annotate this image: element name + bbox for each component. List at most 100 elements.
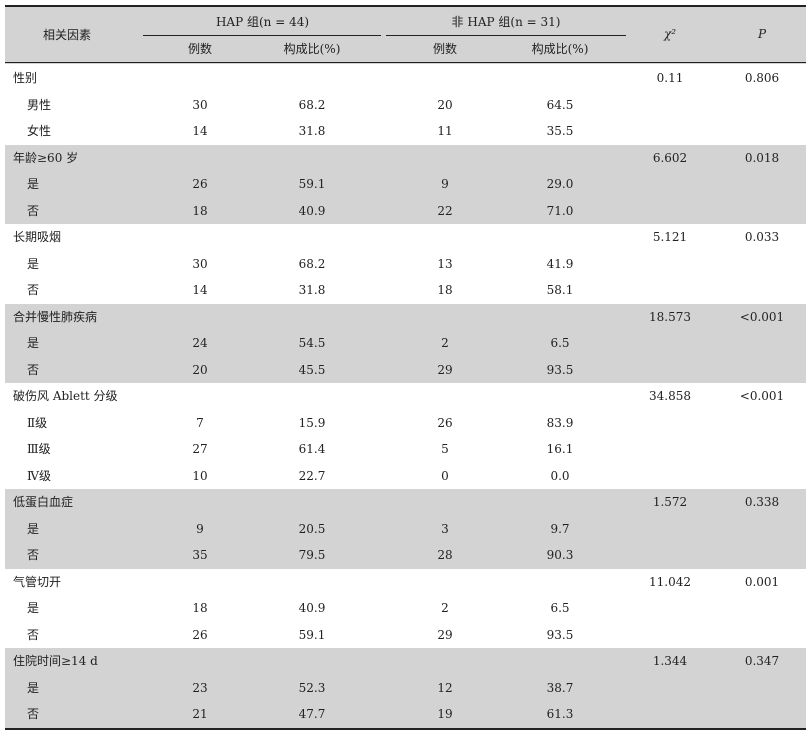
table-row: 是 26 59.1 9 29.0: [5, 171, 806, 198]
hap-ratio: 59.1: [298, 177, 326, 191]
chi-square: [625, 595, 715, 622]
nonhap-ratio: 6.5: [550, 601, 570, 615]
nonhap-ratio: [515, 648, 605, 675]
p-value: [717, 330, 807, 357]
nonhap-ratio: 16.1: [546, 442, 574, 456]
p-value: [717, 622, 807, 649]
chi-square: 0.11: [656, 71, 684, 85]
hap-count: 23: [192, 680, 208, 695]
chi-square: [625, 92, 715, 119]
nonhap-ratio: 38.7: [546, 680, 574, 695]
hap-count: [155, 145, 245, 172]
nonhap-ratio: [515, 224, 605, 251]
chi-square: [625, 463, 715, 490]
table-row: Ⅳ级 10 22.7 0 0.0: [5, 463, 806, 490]
nonhap-count: [400, 304, 490, 331]
table-row: 男性 30 68.2 20 64.5: [5, 92, 806, 119]
nonhap-ratio: [515, 383, 605, 410]
row-label: 是: [27, 680, 40, 695]
hap-count: 18: [192, 601, 208, 615]
row-label: Ⅳ级: [27, 468, 51, 483]
chi-square: [625, 330, 715, 357]
hap-ratio: 22.7: [298, 468, 326, 483]
hap-ratio: 15.9: [298, 415, 326, 430]
p-value: [717, 92, 807, 119]
chi-square: [625, 622, 715, 649]
p-value: [717, 595, 807, 622]
hap-count: [155, 224, 245, 251]
nonhap-count: 3: [441, 521, 449, 536]
p-value: [717, 251, 807, 278]
hap-count: 27: [192, 442, 208, 456]
row-label: Ⅱ级: [27, 415, 48, 430]
hap-count: 18: [192, 203, 208, 218]
chi-square: [625, 436, 715, 463]
header-factor: 相关因素: [43, 28, 92, 42]
hap-ratio: 47.7: [298, 707, 326, 721]
table-row: Ⅲ级 27 61.4 5 16.1: [5, 436, 806, 463]
table-row: 是 30 68.2 13 41.9: [5, 251, 806, 278]
hap-count: 9: [196, 521, 204, 536]
p-value: 0.001: [744, 574, 780, 589]
chi-square: [625, 118, 715, 145]
nonhap-count: 19: [437, 707, 453, 721]
p-value: [717, 171, 807, 198]
p-value: [717, 357, 807, 384]
nonhap-count: 29: [437, 627, 453, 642]
p-value: [717, 542, 807, 569]
row-label: 是: [27, 256, 40, 271]
table-row: 低蛋白血症 1.572 0.338: [5, 489, 806, 516]
row-label: 气管切开: [13, 574, 62, 589]
row-label: 否: [27, 548, 40, 562]
hap-count: 24: [192, 336, 208, 350]
hap-count: [155, 569, 245, 596]
hap-ratio: [267, 489, 357, 516]
table-row: 年龄≥60 岁 6.602 0.018: [5, 144, 806, 172]
nonhap-count: 29: [437, 362, 453, 377]
nonhap-count: [400, 569, 490, 596]
chi-square: [625, 701, 715, 728]
nonhap-ratio: [515, 489, 605, 516]
header-chi2: χ²: [663, 27, 677, 41]
table-row: 合并慢性肺疾病 18.573 <0.001: [5, 303, 806, 331]
nonhap-count: 11: [437, 124, 453, 138]
hap-ratio: 40.9: [298, 203, 326, 218]
chi-square: [625, 251, 715, 278]
chi-square: [625, 516, 715, 543]
header-nonhap-count: 例数: [432, 42, 457, 56]
row-label: 是: [27, 177, 40, 191]
nonhap-ratio: 83.9: [546, 415, 574, 430]
hap-count: [155, 383, 245, 410]
chi-square: 34.858: [649, 389, 691, 403]
nonhap-ratio: [515, 304, 605, 331]
nonhap-count: [400, 145, 490, 172]
p-value: [717, 118, 807, 145]
nonhap-count: 12: [437, 680, 453, 695]
nonhap-count: [400, 648, 490, 675]
header-p: P: [757, 27, 767, 41]
header-hap-count: 例数: [187, 42, 212, 56]
row-label: 住院时间≥14 d: [13, 654, 98, 668]
p-value: [717, 410, 807, 437]
row-label: 性别: [13, 71, 38, 85]
nonhap-ratio: 71.0: [546, 203, 574, 218]
row-label: 是: [27, 521, 40, 536]
nonhap-count: [400, 489, 490, 516]
table-row: 否 21 47.7 19 61.3: [5, 701, 806, 728]
chi-square: [625, 542, 715, 569]
table-row: 是 9 20.5 3 9.7: [5, 515, 806, 543]
table-row: 是 18 40.9 2 6.5: [5, 595, 806, 622]
hap-ratio: [267, 145, 357, 172]
hap-ratio: 45.5: [298, 362, 326, 377]
hap-ratio: 68.2: [298, 97, 326, 112]
row-label: 年龄≥60 岁: [13, 150, 79, 165]
hap-ratio: 59.1: [298, 627, 326, 642]
hap-count: 26: [192, 627, 208, 642]
header-hap-ratio: 构成比(%): [283, 42, 341, 56]
row-label: 是: [27, 601, 40, 615]
p-value: <0.001: [739, 309, 785, 324]
header-nonhap-ratio: 构成比(%): [531, 42, 589, 56]
hap-ratio: 31.8: [298, 124, 326, 138]
header-nonhap-group: 非 HAP 组(n = 31): [451, 15, 561, 29]
nonhap-ratio: 64.5: [546, 97, 574, 112]
